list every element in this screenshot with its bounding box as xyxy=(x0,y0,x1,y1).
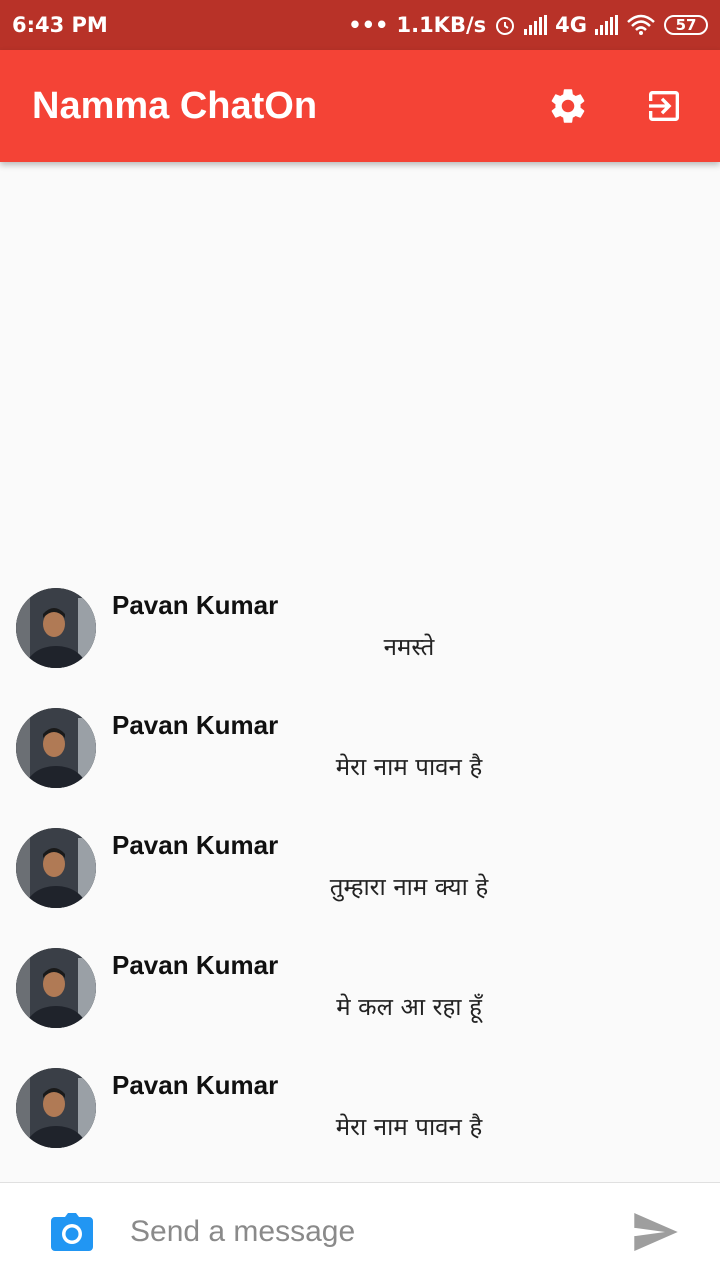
signal-icon-2 xyxy=(595,15,618,35)
camera-button[interactable] xyxy=(50,1210,94,1254)
alarm-icon xyxy=(496,17,515,35)
send-button[interactable] xyxy=(632,1208,680,1256)
message-composer xyxy=(0,1182,720,1280)
sender-name: Pavan Kumar xyxy=(112,710,279,740)
network-type: 4G xyxy=(555,13,587,37)
sender-name: Pavan Kumar xyxy=(112,1070,279,1100)
gear-icon xyxy=(551,89,585,123)
sender-name: Pavan Kumar xyxy=(112,590,279,620)
message-item: Pavan Kumar मेरा नाम पावन है xyxy=(0,706,720,806)
avatar xyxy=(16,588,96,668)
status-time: 6:43 PM xyxy=(12,13,108,37)
message-input[interactable] xyxy=(128,1213,632,1250)
settings-button[interactable] xyxy=(544,82,592,130)
signal-icon xyxy=(524,15,548,35)
wifi-icon xyxy=(627,14,655,35)
status-dots: ••• xyxy=(348,13,389,37)
message-item: Pavan Kumar मे कल आ रहा हूँ xyxy=(0,946,720,1046)
app-bar: Namma ChatOn xyxy=(0,50,720,162)
battery-icon: 57 xyxy=(664,15,708,35)
camera-icon xyxy=(51,1212,93,1251)
message-list[interactable]: Pavan Kumar नमस्ते Pavan Kumar मेरा नाम … xyxy=(0,162,720,1182)
message-text: नमस्ते xyxy=(383,633,435,661)
avatar xyxy=(16,828,96,908)
message-text: मेरा नाम पावन है xyxy=(335,753,483,781)
logout-button[interactable] xyxy=(640,82,688,130)
avatar xyxy=(16,708,96,788)
sender-name: Pavan Kumar xyxy=(112,830,279,860)
avatar xyxy=(16,948,96,1028)
send-icon xyxy=(634,1212,678,1251)
message-item: Pavan Kumar मेरा नाम पावन है xyxy=(0,1066,720,1166)
message-item: Pavan Kumar नमस्ते xyxy=(0,586,720,686)
exit-icon xyxy=(649,91,679,121)
avatar xyxy=(16,1068,96,1148)
message-text: तुम्हारा नाम क्या हे xyxy=(329,873,489,901)
sender-name: Pavan Kumar xyxy=(112,950,279,980)
status-bar: 6:43 PM ••• 1.1KB/s 4G 57 xyxy=(0,0,720,50)
status-icons: ••• 1.1KB/s 4G 57 xyxy=(348,13,708,37)
network-speed: 1.1KB/s xyxy=(396,13,487,37)
app-title: Namma ChatOn xyxy=(32,84,318,127)
message-item: Pavan Kumar तुम्हारा नाम क्या हे xyxy=(0,826,720,926)
message-text: मेरा नाम पावन है xyxy=(335,1113,483,1141)
message-text: मे कल आ रहा हूँ xyxy=(336,993,482,1021)
